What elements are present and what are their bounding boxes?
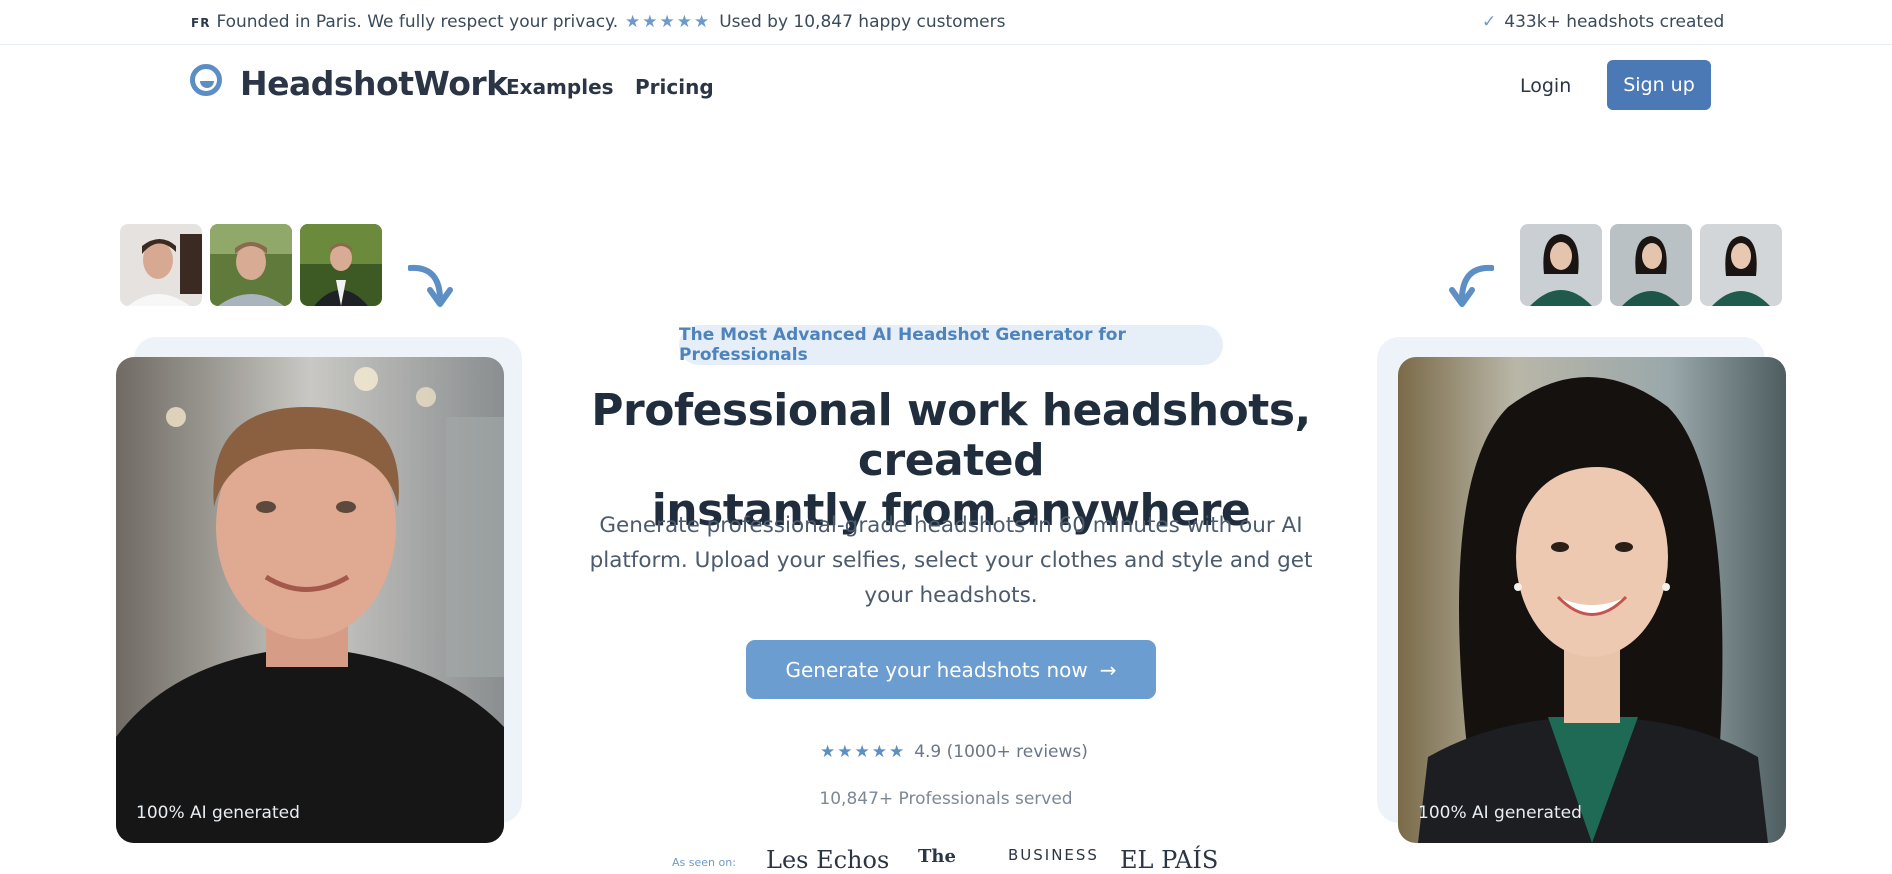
rating-text: 4.9 (1000+ reviews) xyxy=(914,742,1088,762)
press-logo-the: The xyxy=(918,846,956,867)
generate-headshots-button[interactable]: Generate your headshots now → xyxy=(746,640,1156,699)
review-rating: ★★★★★ 4.9 (1000+ reviews) xyxy=(820,742,1088,762)
press-logo-les-echos: Les Echos xyxy=(766,846,890,874)
woman-headshot-image xyxy=(1398,357,1786,843)
headline-line-1: Professional work headshots, created xyxy=(591,385,1311,486)
hero-subtitle: Generate professional-grade headshots in… xyxy=(589,513,1313,608)
top-announcement-bar: FR Founded in Paris. We fully respect you… xyxy=(0,0,1892,45)
professionals-served: 10,847+ Professionals served xyxy=(819,789,1073,809)
arrow-right-icon: → xyxy=(1099,657,1117,682)
curved-arrow-down-icon xyxy=(408,264,453,307)
logo-icon xyxy=(190,64,222,96)
founded-notice: FR Founded in Paris. We fully respect you… xyxy=(191,12,618,32)
founded-text: Founded in Paris. We fully respect your … xyxy=(216,12,619,32)
hero-badge: The Most Advanced AI Headshot Generator … xyxy=(679,325,1223,365)
right-headshot-card: 100% AI generated xyxy=(1398,357,1786,843)
left-headshot-card: 100% AI generated xyxy=(116,357,504,843)
star-rating-icon: ★★★★★ xyxy=(625,12,712,32)
check-icon: ✓ xyxy=(1482,12,1497,32)
headshots-created-notice: ✓ 433k+ headshots created xyxy=(1482,12,1724,32)
rating-stars-icon: ★★★★★ xyxy=(820,742,907,762)
customers-text: Used by 10,847 happy customers xyxy=(719,12,1006,32)
press-logo-el-pais: EL PAÍS xyxy=(1120,846,1219,874)
fr-flag-tag: FR xyxy=(191,16,211,30)
curved-arrow-down-left-icon xyxy=(1449,264,1494,307)
man-selfie-thumbnail-1 xyxy=(120,224,202,306)
man-suit-thumbnail-3 xyxy=(300,224,382,306)
woman-headshot-thumbnail-2 xyxy=(1610,224,1692,306)
login-link[interactable]: Login xyxy=(1520,75,1571,97)
signup-button[interactable]: Sign up xyxy=(1607,60,1711,110)
nav-pricing-link[interactable]: Pricing xyxy=(635,75,714,99)
headshots-created-text: 433k+ headshots created xyxy=(1504,12,1725,32)
woman-headshot-thumbnail-3 xyxy=(1700,224,1782,306)
man-headshot-image xyxy=(116,357,504,843)
press-logo-business: BUSINESS xyxy=(1008,846,1099,864)
cta-label: Generate your headshots now xyxy=(785,657,1088,682)
brand-name: HeadshotWork xyxy=(240,64,508,103)
customers-notice: ★★★★★ Used by 10,847 happy customers xyxy=(625,12,1005,32)
woman-headshot-thumbnail-1 xyxy=(1520,224,1602,306)
nav-examples-link[interactable]: Examples xyxy=(506,75,614,99)
man-selfie-thumbnail-2 xyxy=(210,224,292,306)
